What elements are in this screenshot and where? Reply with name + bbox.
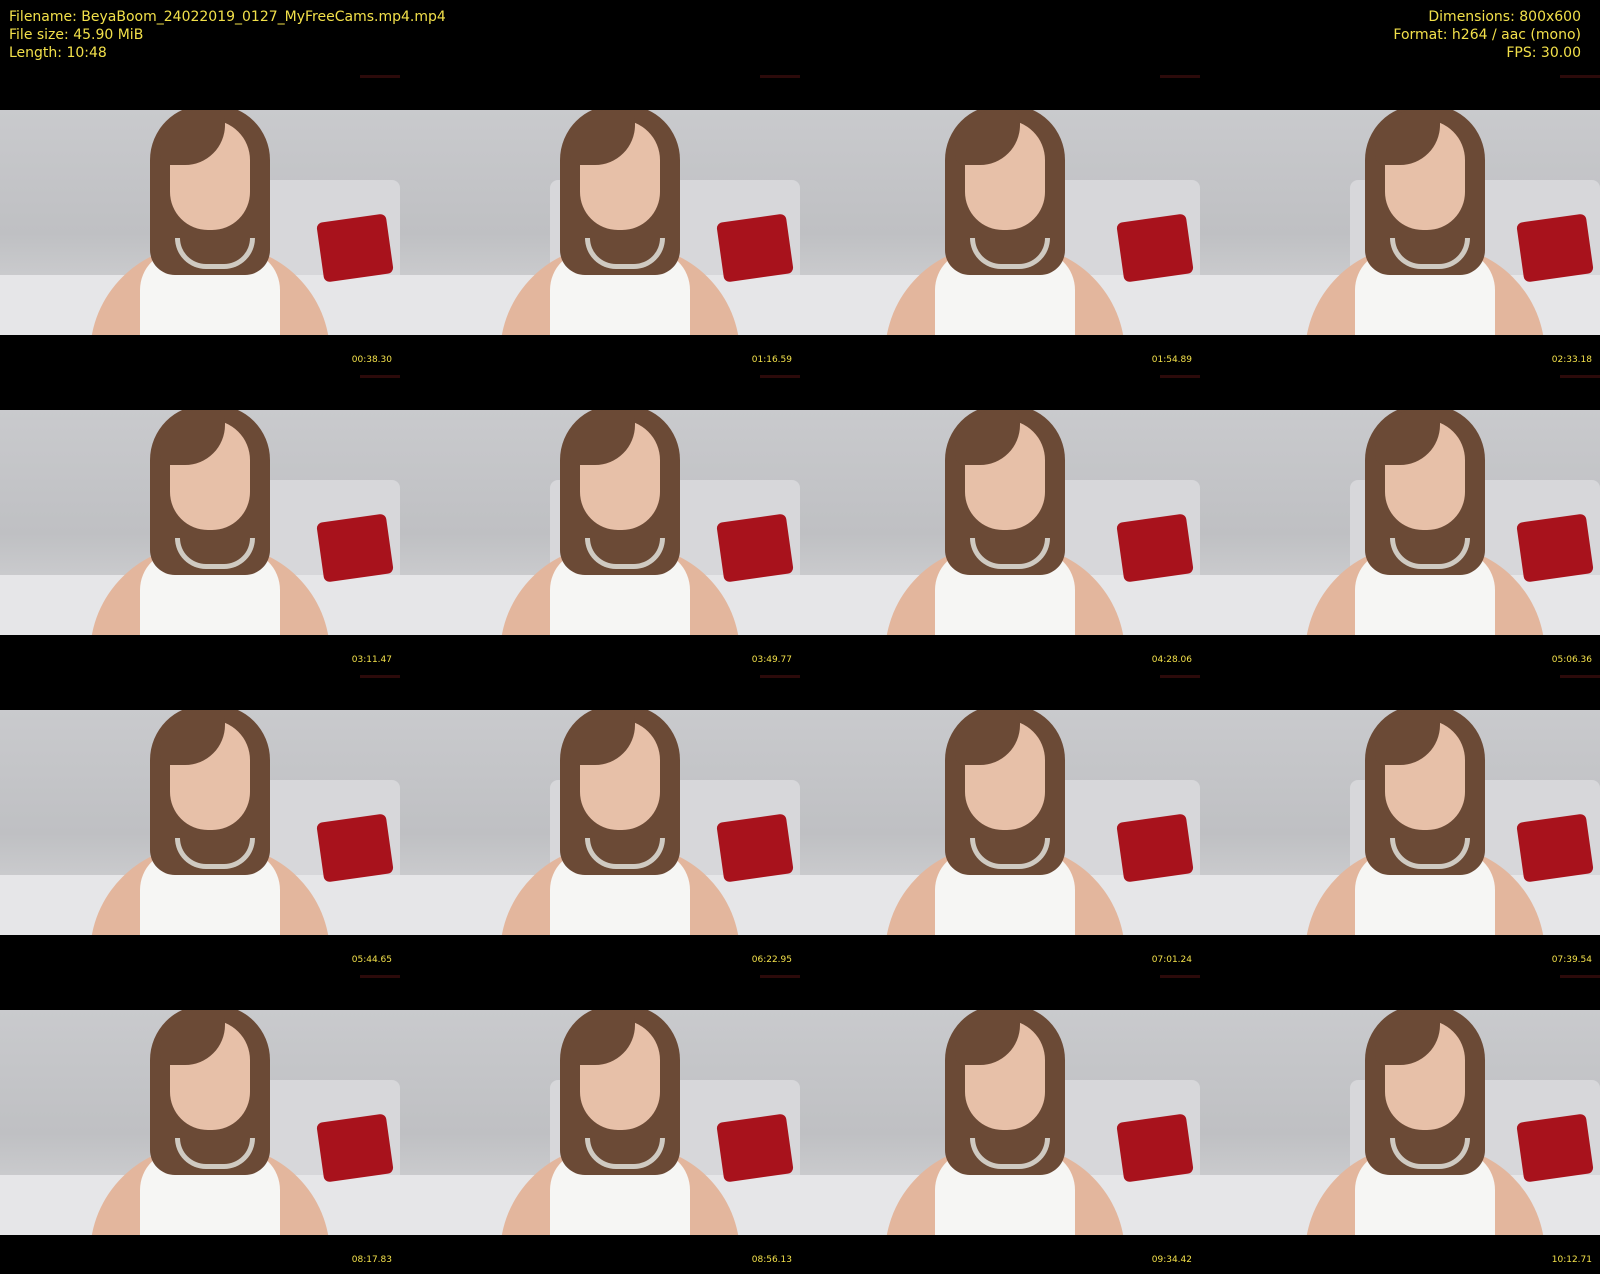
- thumbnail-image: [400, 1010, 800, 1235]
- thumbnail: 00:38.30: [0, 0, 400, 365]
- watermark: [1160, 75, 1200, 78]
- watermark: [1160, 675, 1200, 678]
- thumbnail: 04:28.06: [800, 300, 1200, 665]
- thumbnail: 03:49.77: [400, 300, 800, 665]
- thumbnail: 01:16.59: [400, 0, 800, 365]
- watermark: [1560, 975, 1600, 978]
- watermark: [360, 975, 400, 978]
- thumbnail-grid: 00:38.30 01:16.59 01:54.89 02:33.18 03:11.47…: [0, 0, 1600, 1274]
- watermark: [760, 675, 800, 678]
- watermark: [760, 975, 800, 978]
- watermark: [360, 375, 400, 378]
- thumbnail-image: [800, 1010, 1200, 1235]
- timestamp-label: 08:56.13: [751, 1255, 792, 1265]
- thumbnail: 05:44.65: [0, 600, 400, 965]
- thumbnail-image: [0, 1010, 400, 1235]
- watermark: [360, 675, 400, 678]
- thumbnail: 07:39.54: [1200, 600, 1600, 965]
- watermark: [360, 75, 400, 78]
- thumbnail: 06:22.95: [400, 600, 800, 965]
- watermark: [760, 75, 800, 78]
- watermark: [1160, 975, 1200, 978]
- thumbnail: 10:12.71: [1200, 900, 1600, 1265]
- watermark: [1560, 75, 1600, 78]
- thumbnail: 07:01.24: [800, 600, 1200, 965]
- watermark: [1560, 375, 1600, 378]
- thumbnail: 01:54.89: [800, 0, 1200, 365]
- thumbnail: 05:06.36: [1200, 300, 1600, 665]
- thumbnail: 02:33.18: [1200, 0, 1600, 365]
- timestamp-label: 09:34.42: [1151, 1255, 1192, 1265]
- thumbnail: 09:34.42: [800, 900, 1200, 1265]
- thumbnail: 08:17.83: [0, 900, 400, 1265]
- watermark: [760, 375, 800, 378]
- timestamp-label: 10:12.71: [1551, 1255, 1592, 1265]
- timestamp-label: 08:17.83: [351, 1255, 392, 1265]
- thumbnail: 08:56.13: [400, 900, 800, 1265]
- watermark: [1160, 375, 1200, 378]
- thumbnail: 03:11.47: [0, 300, 400, 665]
- thumbnail-image: [1200, 1010, 1600, 1235]
- watermark: [1560, 675, 1600, 678]
